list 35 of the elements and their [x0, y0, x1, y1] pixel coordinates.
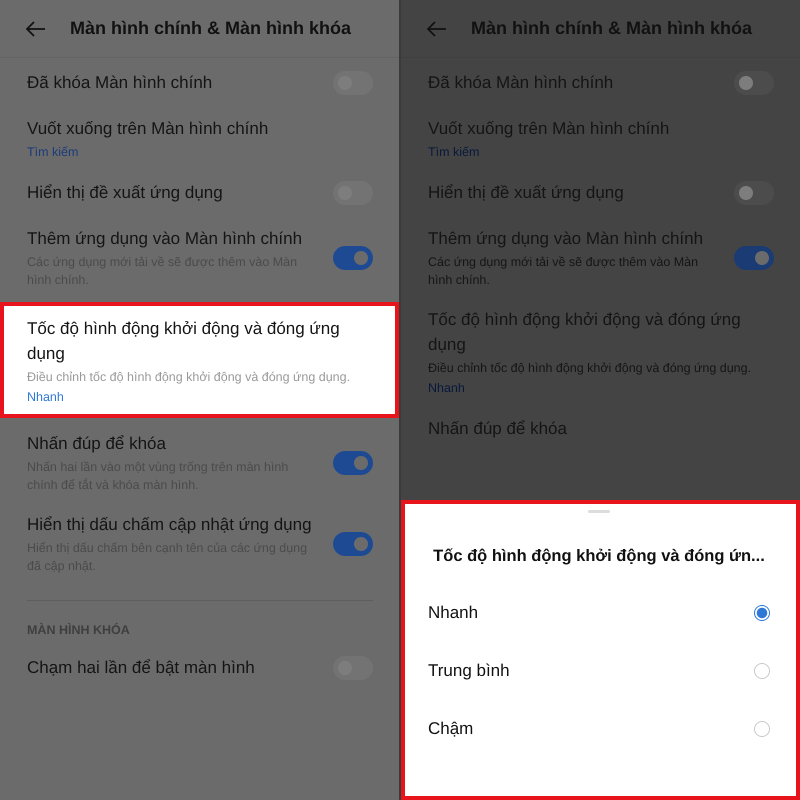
- setting-value: Nhanh: [428, 381, 466, 395]
- setting-title: Thêm ứng dụng vào Màn hình chính: [27, 228, 304, 250]
- setting-description: Điều chỉnh tốc độ hình động khởi động và đóng ứng dụng.: [27, 369, 352, 386]
- setting-title: Hiển thị đề xuất ứng dụng: [27, 182, 223, 204]
- setting-title: Tốc độ hình động khởi động và đóng ứng dụng: [27, 318, 341, 365]
- radio-option[interactable]: Nhanh: [428, 584, 770, 642]
- radio-button[interactable]: [754, 721, 770, 737]
- setting-row[interactable]: Đã khóa Màn hình chính: [0, 58, 399, 107]
- toggle-switch[interactable]: [734, 180, 774, 204]
- screen-title: Màn hình chính & Màn hình khóa: [70, 18, 351, 39]
- setting-value: Tìm kiếm: [428, 145, 480, 159]
- radio-option[interactable]: Trung bình: [428, 642, 770, 700]
- setting-title: Chạm hai lần để bật màn hình: [27, 657, 255, 679]
- setting-row[interactable]: Vuốt xuống trên Màn hình chính Tìm kiếm: [0, 107, 399, 168]
- setting-value: Tìm kiếm: [27, 145, 80, 159]
- sheet-title: Tốc độ hình động khởi động và đóng ứn...: [433, 547, 765, 566]
- setting-title: Hiển thị dấu chấm cập nhật ứng dụng: [27, 514, 313, 536]
- radio-button[interactable]: [754, 605, 770, 621]
- back-arrow-icon[interactable]: [427, 20, 447, 36]
- setting-value: Nhanh: [27, 390, 65, 404]
- highlighted-setting-row[interactable]: Tốc độ hình động khởi động và đóng ứng dụng Điều chỉnh tốc độ hình động khởi động và đóng ứng dụng. Nhanh: [0, 302, 399, 418]
- setting-title: Nhấn đúp để khóa: [27, 433, 167, 455]
- toggle-switch[interactable]: [734, 70, 774, 94]
- radio-button[interactable]: [754, 663, 770, 679]
- setting-title: Vuốt xuống trên Màn hình chính: [27, 118, 268, 140]
- setting-title: Đã khóa Màn hình chính: [27, 72, 212, 94]
- setting-row[interactable]: Chạm hai lần để bật màn hình: [0, 643, 399, 692]
- toggle-switch[interactable]: [734, 246, 774, 270]
- radio-option[interactable]: Chậm: [428, 700, 770, 758]
- drag-handle[interactable]: [588, 510, 610, 513]
- toggle-switch[interactable]: [333, 246, 373, 270]
- setting-row[interactable]: Hiển thị đề xuất ứng dụng: [0, 168, 399, 217]
- back-arrow-icon[interactable]: [26, 20, 46, 36]
- toggle-switch[interactable]: [333, 532, 373, 556]
- toggle-switch[interactable]: [333, 450, 373, 474]
